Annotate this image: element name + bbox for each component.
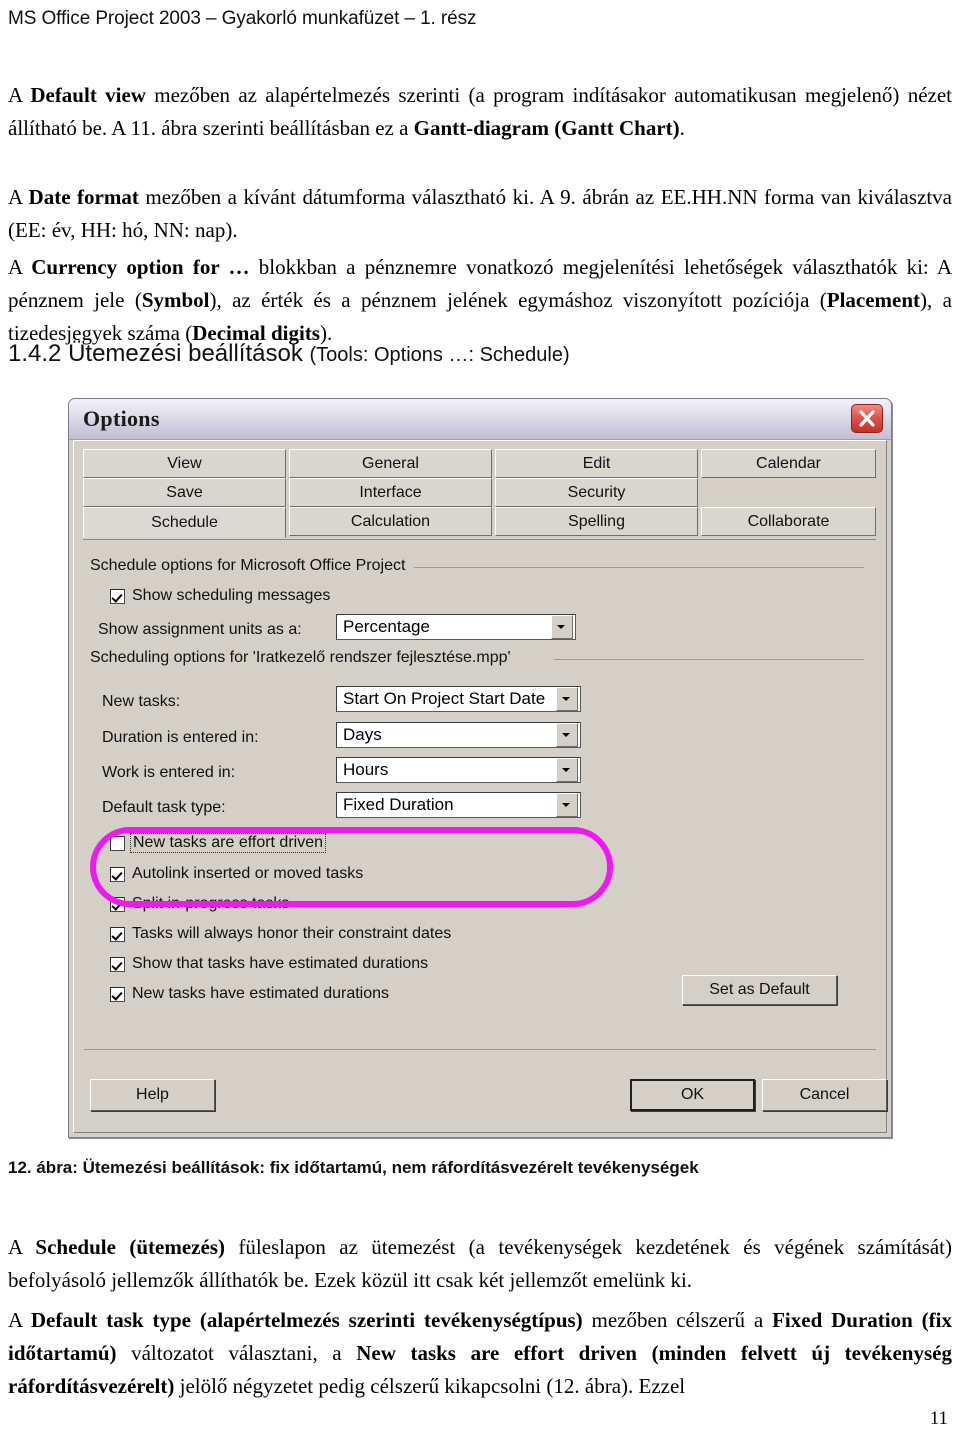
chevron-down-icon[interactable] (556, 758, 578, 782)
checkbox-box[interactable] (110, 956, 125, 972)
chevron-down-icon[interactable] (556, 687, 578, 711)
help-button[interactable]: Help (90, 1079, 215, 1111)
group-label-scheduling-options-file: Scheduling options for 'Iratkezelő rends… (90, 649, 517, 667)
group-rule-1 (414, 567, 864, 568)
group-rule-2 (554, 659, 864, 660)
tab-edit[interactable]: Edit (495, 449, 698, 478)
checkbox-new-tasks-have-estimated-durations[interactable]: New tasks have estimated durations (110, 985, 389, 1003)
chevron-down-icon[interactable] (551, 615, 573, 639)
checkbox-box[interactable] (110, 926, 125, 942)
tab-calculation[interactable]: Calculation (289, 507, 492, 536)
options-dialog: Options View General Edit Calendar Save … (68, 398, 892, 1138)
page-number: 11 (929, 1408, 948, 1429)
checkbox-label: Tasks will always honor their constraint… (132, 925, 452, 942)
paragraph-date-format: A Date format mezőben a kívánt dátumform… (8, 181, 952, 247)
text-fragment: ), az érték és a pénznem jelének egymásh… (209, 288, 827, 312)
checkbox-autolink-inserted-or-moved-tasks[interactable]: Autolink inserted or moved tasks (110, 865, 363, 883)
text-bold: Default task type (alapértelmezés szerin… (30, 1308, 583, 1332)
tab-security[interactable]: Security (495, 478, 698, 507)
paragraph-schedule: A Schedule (ütemezés) füleslapon az ütem… (8, 1231, 952, 1297)
tab-strip: View General Edit Calendar Save Interfac… (83, 449, 876, 539)
tab-separator (83, 539, 876, 542)
bottom-separator (84, 1049, 876, 1050)
checkbox-box[interactable] (110, 866, 125, 882)
section-number: 1.4.2 (8, 340, 62, 367)
checkbox-label: New tasks are effort driven (130, 833, 327, 853)
tab-collaborate[interactable]: Collaborate (701, 507, 876, 536)
figure-caption: 12. ábra: Ütemezési beállítások: fix idő… (8, 1158, 699, 1177)
text-fragment: mezőben célszerű a (582, 1308, 773, 1332)
checkbox-tasks-honor-constraint-dates[interactable]: Tasks will always honor their constraint… (110, 925, 451, 943)
tab-general[interactable]: General (289, 449, 492, 478)
checkbox-label: Autolink inserted or moved tasks (132, 865, 364, 882)
tab-view[interactable]: View (83, 449, 286, 478)
section-heading: 1.4.2 Ütemezési beállítások (Tools: Opti… (8, 340, 570, 368)
label-show-assignment-units: Show assignment units as a: (98, 621, 302, 638)
combo-duration-entered-in[interactable]: Days (336, 722, 581, 748)
checkbox-label: Show that tasks have estimated durations (132, 955, 429, 972)
text-fragment: . (679, 116, 685, 140)
text-bold: Date format (28, 185, 139, 209)
checkbox-label: New tasks have estimated durations (132, 985, 390, 1002)
label-default-task-type: Default task type: (102, 799, 226, 816)
text-bold: Default view (30, 83, 146, 107)
checkbox-show-tasks-have-estimated-durations[interactable]: Show that tasks have estimated durations (110, 955, 428, 973)
checkbox-box[interactable] (110, 986, 125, 1002)
text-fragment: A (8, 185, 29, 209)
text-bold: Currency option for … (31, 255, 250, 279)
checkbox-label: Split in-progress tasks (132, 895, 290, 912)
dialog-client-area: View General Edit Calendar Save Interfac… (73, 440, 887, 1133)
text-bold: Schedule (ütemezés) (35, 1235, 225, 1259)
close-icon[interactable] (851, 404, 883, 433)
checkbox-box[interactable] (110, 588, 125, 604)
tab-spelling[interactable]: Spelling (495, 507, 698, 536)
section-menu-path: (Tools: Options …: Schedule) (309, 344, 570, 366)
checkbox-new-tasks-are-effort-driven[interactable]: New tasks are effort driven (110, 833, 327, 853)
chevron-down-icon[interactable] (556, 793, 578, 817)
group-label-schedule-options: Schedule options for Microsoft Office Pr… (90, 557, 412, 575)
combo-value: Fixed Duration (343, 795, 454, 814)
tab-calendar[interactable]: Calendar (701, 449, 876, 478)
section-title: Ütemezési beállítások (68, 340, 303, 367)
tab-interface[interactable]: Interface (289, 478, 492, 507)
combo-value: Hours (343, 760, 389, 779)
label-new-tasks: New tasks: (102, 693, 181, 710)
text-bold: Symbol (141, 288, 210, 312)
label-work-entered-in: Work is entered in: (102, 764, 236, 781)
combo-work-entered-in[interactable]: Hours (336, 757, 581, 783)
checkbox-box[interactable] (110, 896, 125, 912)
combo-new-tasks[interactable]: Start On Project Start Date (336, 686, 581, 712)
text-fragment: jelölő négyzetet pedig célszerű kikapcso… (174, 1374, 686, 1398)
paragraph-default-task-type: A Default task type (alapértelmezés szer… (8, 1304, 952, 1403)
checkbox-split-in-progress-tasks[interactable]: Split in-progress tasks (110, 895, 289, 913)
ok-button[interactable]: OK (630, 1079, 755, 1111)
dialog-titlebar: Options (69, 399, 891, 440)
paragraph-default-view: A Default view mezőben az alapértelmezés… (8, 79, 952, 145)
tab-schedule[interactable]: Schedule (83, 507, 286, 538)
text-fragment: A (8, 255, 32, 279)
combo-value: Days (343, 725, 382, 744)
text-fragment: A (8, 83, 31, 107)
dialog-title: Options (83, 406, 160, 431)
text-bold: Placement (826, 288, 921, 312)
combo-value: Start On Project Start Date (343, 689, 546, 708)
checkbox-box[interactable] (110, 835, 125, 851)
paragraph-currency: A Currency option for … blokkban a pénzn… (8, 251, 952, 350)
label-duration-entered-in: Duration is entered in: (102, 729, 259, 746)
set-as-default-button[interactable]: Set as Default (682, 975, 837, 1005)
text-fragment: A (8, 1308, 31, 1332)
chevron-down-icon[interactable] (556, 723, 578, 747)
text-bold: Gantt-diagram (Gantt Chart) (413, 116, 680, 140)
text-fragment: A (8, 1235, 36, 1259)
running-header: MS Office Project 2003 – Gyakorló munkaf… (8, 8, 477, 29)
combo-show-assignment-units[interactable]: Percentage (336, 614, 576, 640)
text-fragment: mezőben a kívánt dátumforma választható … (8, 185, 952, 242)
checkbox-show-scheduling-messages[interactable]: Show scheduling messages (110, 587, 330, 605)
combo-default-task-type[interactable]: Fixed Duration (336, 792, 581, 818)
checkbox-label: Show scheduling messages (132, 587, 331, 604)
tab-save[interactable]: Save (83, 478, 286, 507)
combo-value: Percentage (343, 617, 430, 636)
text-fragment: változatot választani, a (116, 1341, 357, 1365)
cancel-button[interactable]: Cancel (762, 1079, 887, 1111)
